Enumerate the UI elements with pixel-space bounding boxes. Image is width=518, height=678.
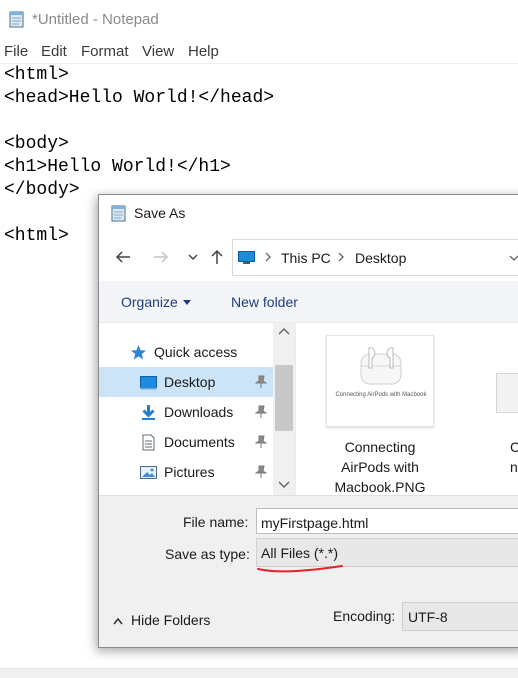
address-dropdown-icon[interactable] (509, 254, 518, 262)
notepad-app-icon (111, 205, 126, 222)
menu-format[interactable]: Format (81, 43, 129, 60)
chevron-right-icon (338, 252, 344, 262)
file-thumbnail[interactable]: Connecting AirPods with Macbook (326, 335, 434, 427)
menu-help[interactable]: Help (188, 43, 219, 60)
file-name-line: AirPods with (341, 459, 419, 475)
dialog-title: Save As (134, 205, 186, 221)
save-options-pane: File name: Save as type: All Files (*.*)… (99, 495, 518, 647)
save-as-type-label: Save as type: (165, 546, 250, 562)
chevron-right-icon (265, 252, 271, 262)
airpods-image-icon (360, 347, 402, 385)
text-line: <h1>Hello World!</h1> (4, 157, 231, 177)
nav-item-quick-access[interactable]: Quick access (99, 337, 273, 367)
navigation-pane: Quick access Desktop Downloads Documents… (99, 323, 295, 495)
nav-label-downloads: Downloads (164, 404, 234, 420)
encoding-label: Encoding: (333, 608, 396, 624)
navigation-scrollbar[interactable] (273, 323, 295, 495)
recent-locations-chevron-icon[interactable] (183, 247, 203, 267)
file-list: Connecting AirPods with Macbook Connecti… (295, 323, 518, 495)
nav-label-desktop: Desktop (164, 374, 216, 390)
nav-label-quick-access: Quick access (154, 344, 238, 360)
scroll-down-arrow-icon[interactable] (278, 481, 290, 489)
navigation-row: This PC Desktop (99, 237, 518, 277)
text-line: <html> (4, 65, 69, 85)
organize-label: Organize (121, 294, 178, 310)
notepad-titlebar: *Untitled - Notepad (0, 0, 518, 40)
scroll-up-arrow-icon[interactable] (278, 327, 290, 335)
pin-icon[interactable] (255, 405, 267, 419)
nav-item-downloads[interactable]: Downloads (99, 397, 273, 427)
text-line: <html> (4, 226, 69, 246)
command-bar: Organize New folder (99, 281, 518, 323)
caret-down-icon (182, 299, 191, 305)
nav-label-pictures: Pictures (164, 464, 215, 480)
file-name-label[interactable]: Connecting AirPods with Macbook.PNG (310, 437, 450, 497)
file-name-label-partial[interactable]: C n (510, 437, 518, 477)
dialog-titlebar[interactable]: Save As (99, 195, 518, 233)
file-name-field-label: File name: (183, 514, 249, 530)
notepad-window-title: *Untitled - Notepad (32, 11, 159, 28)
notepad-menubar: File Edit Format View Help (0, 40, 518, 64)
nav-item-pictures[interactable]: Pictures (99, 457, 273, 487)
file-name-input[interactable] (256, 508, 518, 534)
text-line: </body> (4, 180, 80, 200)
computer-icon (238, 251, 255, 264)
file-name-line: Connecting (344, 439, 416, 455)
pin-icon[interactable] (255, 375, 267, 389)
hide-folders-label: Hide Folders (131, 612, 211, 628)
red-underline-annotation (257, 565, 343, 573)
back-arrow-icon[interactable] (113, 247, 133, 267)
notepad-app-icon (9, 11, 24, 28)
new-folder-button[interactable]: New folder (231, 294, 298, 310)
menu-file[interactable]: File (4, 43, 28, 60)
pin-icon[interactable] (255, 435, 267, 449)
scrollbar-thumb[interactable] (275, 365, 293, 431)
menu-view[interactable]: View (142, 43, 174, 60)
chevron-up-icon (113, 617, 123, 625)
notepad-bottom-edge (0, 668, 518, 678)
text-line: <head>Hello World!</head> (4, 88, 275, 108)
download-arrow-icon (142, 405, 155, 420)
documents-icon (142, 434, 155, 451)
nav-item-desktop[interactable]: Desktop (99, 367, 273, 397)
file-name-line: Macbook.PNG (334, 479, 426, 495)
menu-edit[interactable]: Edit (41, 43, 67, 60)
pictures-icon (140, 466, 157, 479)
nav-item-documents[interactable]: Documents (99, 427, 273, 457)
up-arrow-icon[interactable] (207, 247, 227, 267)
nav-label-documents: Documents (164, 434, 235, 450)
breadcrumb-this-pc[interactable]: This PC (281, 250, 331, 266)
organize-button[interactable]: Organize (121, 294, 191, 310)
thumbnail-caption: Connecting AirPods with Macbook (335, 392, 427, 398)
file-thumbnail-partial[interactable] (496, 373, 518, 413)
breadcrumb-desktop[interactable]: Desktop (355, 250, 406, 266)
encoding-select[interactable]: UTF-8 (402, 602, 518, 631)
text-line: <body> (4, 134, 69, 154)
save-as-dialog: Save As This PC Desktop Organize New fol… (98, 194, 518, 648)
hide-folders-button[interactable]: Hide Folders (113, 612, 210, 628)
star-icon (131, 345, 146, 360)
address-bar[interactable]: This PC Desktop (232, 239, 518, 276)
desktop-folder-icon (140, 376, 157, 390)
pin-icon[interactable] (255, 465, 267, 479)
forward-arrow-icon[interactable] (151, 247, 171, 267)
